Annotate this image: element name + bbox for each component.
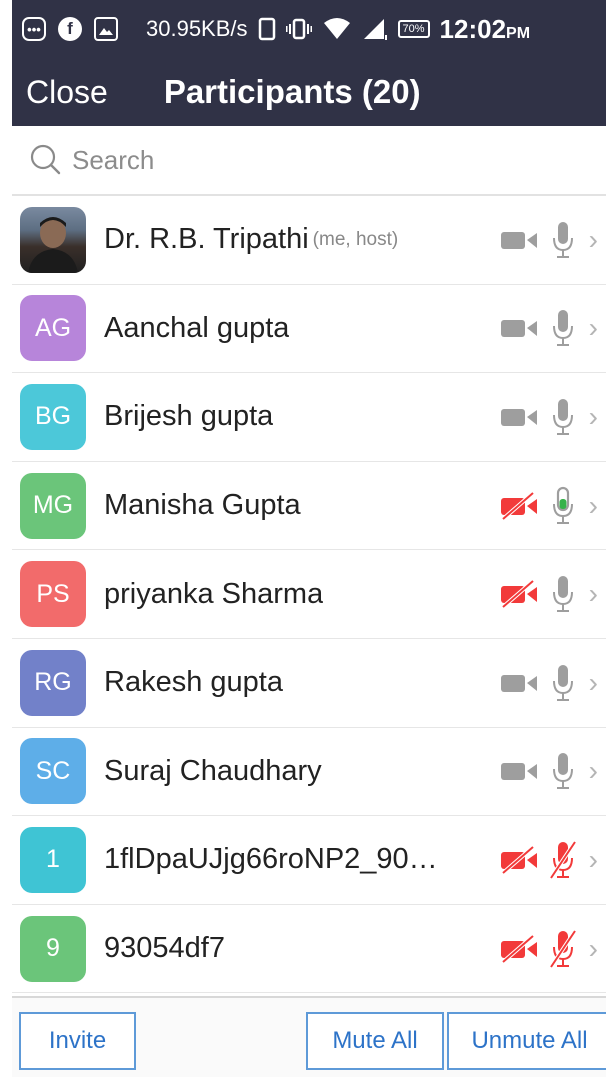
invite-button[interactable]: Invite <box>19 1012 136 1070</box>
participant-row[interactable]: AG Aanchal gupta › <box>12 285 606 374</box>
search-input[interactable] <box>72 144 552 176</box>
phone-icon <box>258 17 275 41</box>
participant-list: Dr. R.B. Tripathi (me, host) › AG Aanchal gu… <box>12 196 606 994</box>
participant-row[interactable]: BG Brijesh gupta › <box>12 373 606 462</box>
participant-status-icons: › <box>499 639 598 727</box>
avatar <box>20 206 86 273</box>
chevron-right-icon: › <box>588 578 598 610</box>
participant-name: 1flDpaUJjg66roNP2_90… <box>104 843 438 876</box>
participant-status-icons: › <box>499 285 598 373</box>
participant-status-icons: › <box>499 728 598 816</box>
participant-row[interactable]: 9 93054df7 › <box>12 905 606 994</box>
signal-icon <box>363 19 387 40</box>
vibrate-icon <box>285 18 312 40</box>
participant-row[interactable]: Dr. R.B. Tripathi (me, host) › <box>12 196 606 285</box>
participant-row[interactable]: SC Suraj Chaudhary › <box>12 728 606 817</box>
status-bar: ••• f 30.95KB/s 70% 12:02PM <box>12 0 606 58</box>
clock: 12:02PM <box>439 13 531 44</box>
mic-icon <box>552 576 573 613</box>
avatar: MG <box>20 472 86 539</box>
participant-row[interactable]: 1 1flDpaUJjg66roNP2_90… › <box>12 816 606 905</box>
close-button[interactable]: Close <box>26 74 108 111</box>
mic-icon <box>552 310 573 347</box>
search-icon <box>30 144 61 175</box>
mic-icon <box>552 753 573 790</box>
host-tag: (me, host) <box>312 228 399 250</box>
chevron-right-icon: › <box>588 223 598 255</box>
participant-name: Suraj Chaudhary <box>104 754 322 787</box>
avatar: RG <box>20 649 86 716</box>
avatar: 1 <box>20 826 86 893</box>
video-off-icon <box>500 845 537 875</box>
participant-name: 93054df7 <box>104 932 225 965</box>
mic-muted-icon <box>549 840 577 880</box>
participant-name: Brijesh gupta <box>104 400 274 433</box>
mic-muted-icon <box>549 929 577 968</box>
page-title: Participants (20) <box>163 73 421 110</box>
chevron-right-icon: › <box>588 843 598 875</box>
chevron-right-icon: › <box>588 755 598 787</box>
participant-name: Dr. R.B. Tripathi <box>104 223 309 256</box>
battery-icon: 70% <box>397 20 430 38</box>
chat-icon: ••• <box>22 17 46 41</box>
participant-status-icons: › <box>499 196 598 284</box>
video-icon <box>500 320 537 338</box>
chevron-right-icon: › <box>588 312 598 344</box>
participant-status-icons: › <box>499 462 598 550</box>
header-bar: Close Participants (20) <box>12 58 606 126</box>
participant-name: priyanka Sharma <box>104 577 324 610</box>
participant-row[interactable]: MG Manisha Gupta › <box>12 462 606 551</box>
participant-name: Rakesh gupta <box>104 666 283 699</box>
avatar: BG <box>20 383 86 450</box>
participant-status-icons: › <box>499 550 598 638</box>
participant-status-icons: › <box>499 905 598 993</box>
participant-status-icons: › <box>499 816 598 904</box>
participant-status-icons: › <box>499 373 598 461</box>
mute-all-button[interactable]: Mute All <box>306 1012 444 1070</box>
mic-icon <box>552 664 573 701</box>
participant-name: Aanchal gupta <box>104 311 290 344</box>
search-bar[interactable] <box>12 126 606 196</box>
avatar: AG <box>20 295 86 362</box>
chevron-right-icon: › <box>588 489 598 521</box>
chevron-right-icon: › <box>588 400 598 432</box>
wifi-icon <box>323 18 350 39</box>
participant-row[interactable]: PS priyanka Sharma › <box>12 550 606 639</box>
mic-icon <box>552 486 573 524</box>
avatar: SC <box>20 738 86 805</box>
participant-name: Manisha Gupta <box>104 489 301 522</box>
chevron-right-icon: › <box>588 666 598 698</box>
unmute-all-button[interactable]: Unmute All <box>447 1012 606 1070</box>
video-off-icon <box>500 934 537 964</box>
network-speed: 30.95KB/s <box>146 16 248 41</box>
video-icon <box>500 408 537 426</box>
facebook-icon: f <box>58 17 82 41</box>
video-off-icon <box>500 579 537 609</box>
avatar: PS <box>20 561 86 628</box>
avatar: 9 <box>20 915 86 982</box>
footer-bar: Invite Mute All Unmute All <box>12 996 606 1077</box>
chevron-right-icon: › <box>588 932 598 964</box>
mic-icon <box>552 221 573 258</box>
gallery-icon <box>94 17 118 41</box>
video-icon <box>500 231 537 249</box>
mic-icon <box>552 398 573 435</box>
video-icon <box>500 674 537 692</box>
video-icon <box>500 763 537 781</box>
participant-row[interactable]: RG Rakesh gupta › <box>12 639 606 728</box>
video-off-icon <box>500 491 537 521</box>
